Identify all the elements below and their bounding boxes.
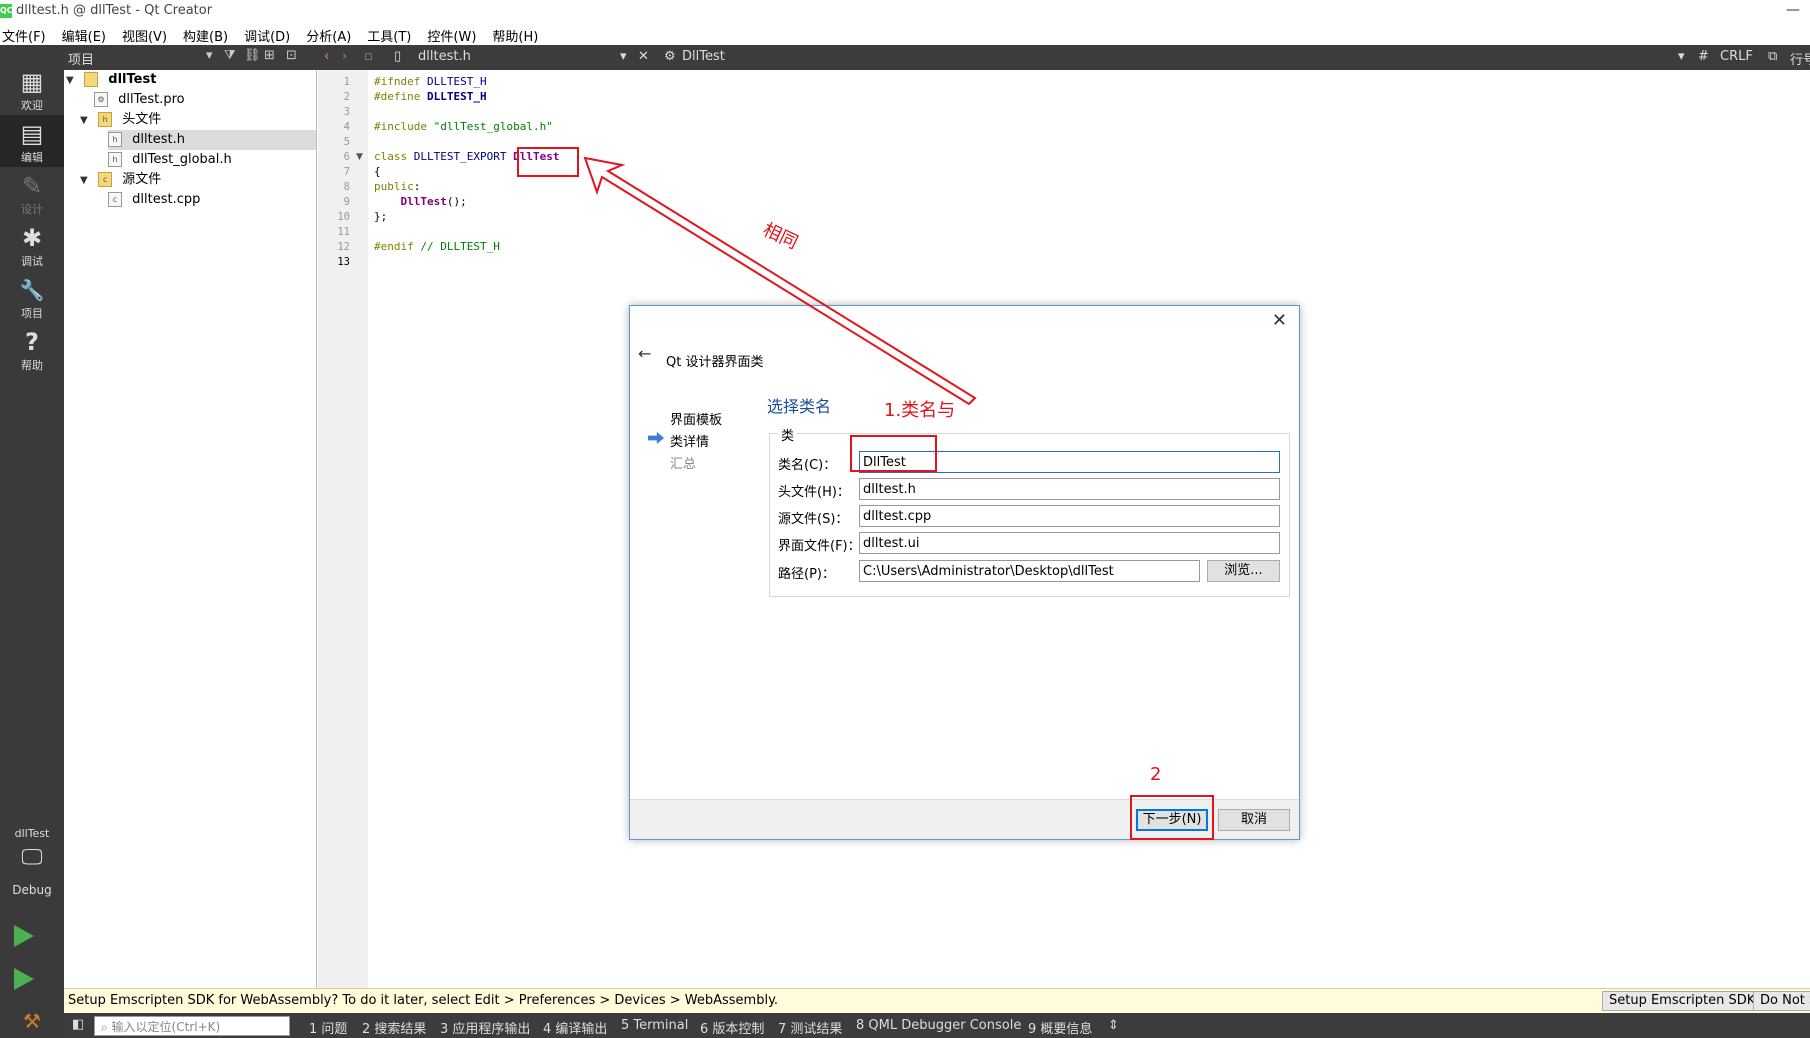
- output-tab-version-control[interactable]: 6 版本控制: [700, 1018, 764, 1037]
- info-bar: Setup Emscripten SDK for WebAssembly? To…: [64, 988, 1810, 1013]
- output-tab-issues[interactable]: 1 问题: [309, 1018, 347, 1037]
- expand-toggle-icon[interactable]: ⇕: [1108, 1018, 1119, 1033]
- info-message: Setup Emscripten SDK for WebAssembly? To…: [68, 993, 779, 1008]
- do-not-show-again-button[interactable]: Do Not Show Again: [1753, 991, 1810, 1011]
- toggle-sidebar-icon[interactable]: ◧: [72, 1017, 84, 1032]
- output-tab-terminal[interactable]: 5 Terminal: [621, 1018, 688, 1033]
- output-tab-search-results[interactable]: 2 搜索结果: [362, 1018, 426, 1037]
- annotation-arrow: [583, 156, 977, 406]
- output-tab-qml-debugger[interactable]: 8 QML Debugger Console: [856, 1018, 1021, 1033]
- output-tab-test-results[interactable]: 7 测试结果: [778, 1018, 842, 1037]
- annotation-step2-text: 2: [1150, 764, 1162, 785]
- output-tab-overview[interactable]: 9 概要信息: [1028, 1018, 1092, 1037]
- search-icon: ⌕: [101, 1020, 112, 1034]
- locator-search-input[interactable]: ⌕ 输入以定位(Ctrl+K): [94, 1016, 290, 1036]
- output-tab-application-output[interactable]: 3 应用程序输出: [440, 1018, 530, 1037]
- output-tab-compile-output[interactable]: 4 编译输出: [543, 1018, 607, 1037]
- output-pane-bar: ◧ ⌕ 输入以定位(Ctrl+K) 1 问题 2 搜索结果 3 应用程序输出 4…: [64, 1013, 1810, 1038]
- setup-emscripten-button[interactable]: Setup Emscripten SDK: [1602, 991, 1763, 1011]
- annotation-step1-text: 1.类名与: [884, 400, 956, 421]
